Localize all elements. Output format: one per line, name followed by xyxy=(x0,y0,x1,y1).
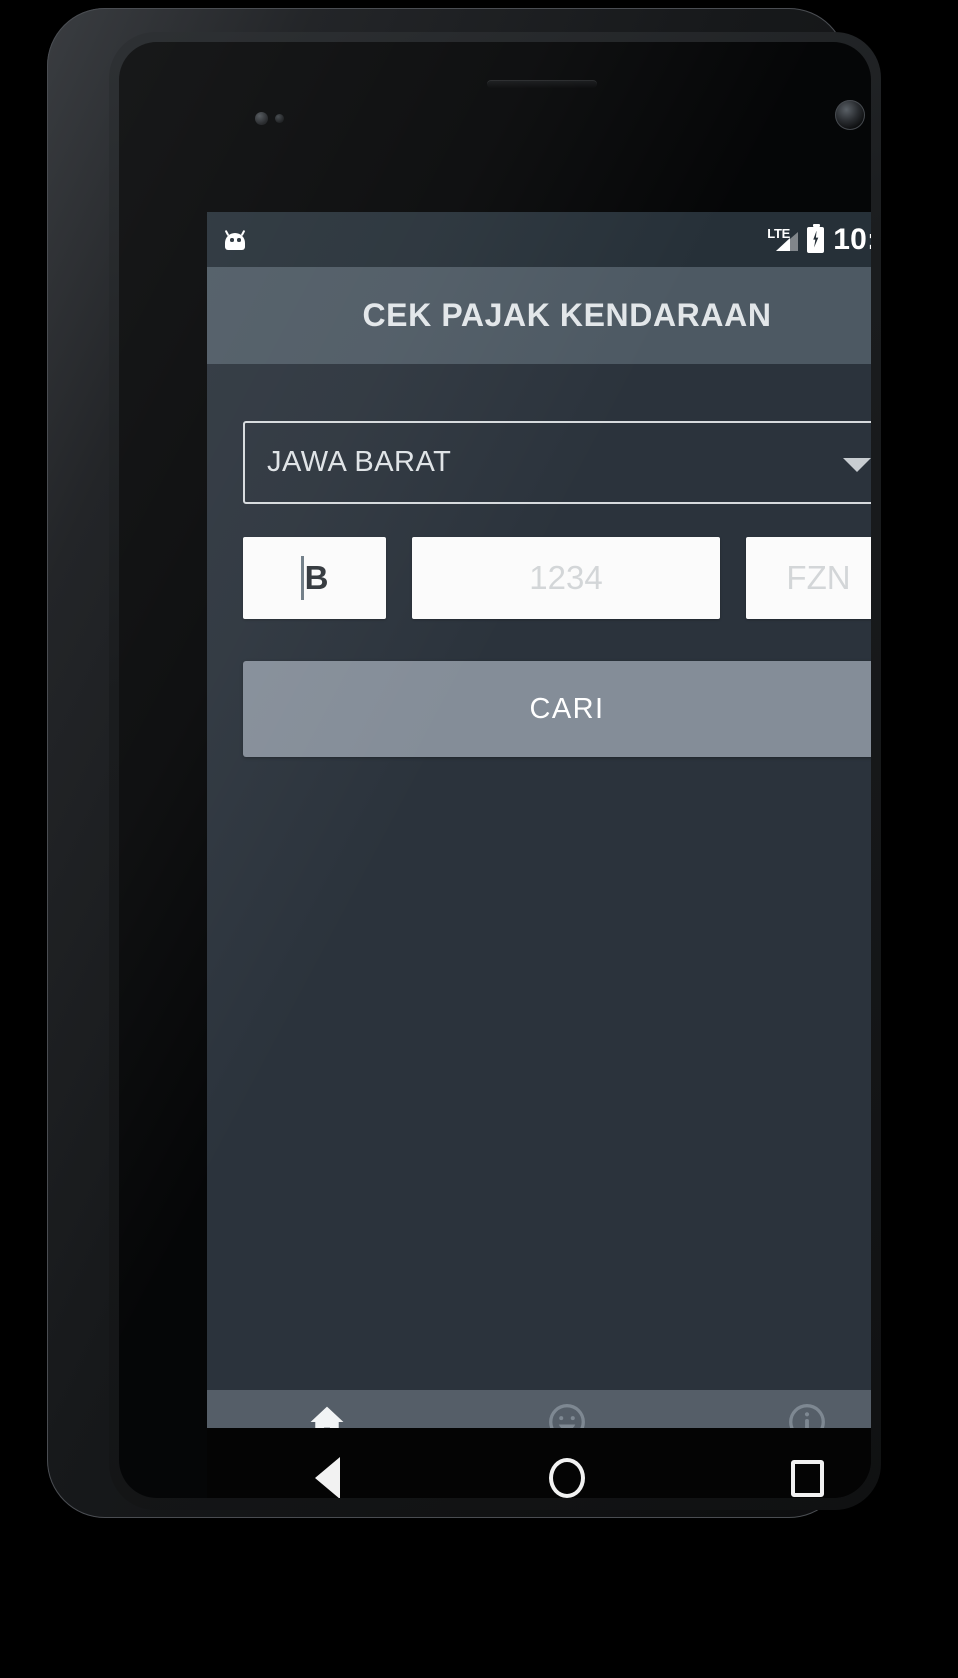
status-bar: LTE 10:15 xyxy=(207,212,871,267)
page-title: CEK PAJAK KENDARAAN xyxy=(362,297,772,333)
chevron-down-icon xyxy=(843,457,871,472)
search-button[interactable]: CARI xyxy=(243,661,871,757)
plate-number-placeholder: 1234 xyxy=(529,559,603,596)
phone-glass: LTE 10:15 CEK PAJAK KENDARAAN JAW xyxy=(119,42,871,1498)
province-spinner[interactable]: JAWA BARAT xyxy=(243,421,871,504)
android-head-icon xyxy=(223,229,247,250)
battery-charging-icon xyxy=(807,223,825,253)
phone-chassis: LTE 10:15 CEK PAJAK KENDARAAN JAW xyxy=(47,8,881,1518)
proximity-sensor-icon xyxy=(255,112,268,125)
main-content: JAWA BARAT B 1234 FZN CARI xyxy=(207,421,871,1390)
plate-suffix-input[interactable]: FZN xyxy=(746,537,871,619)
system-navigation-bar xyxy=(207,1428,871,1498)
home-icon xyxy=(310,1406,344,1428)
earpiece-speaker xyxy=(487,80,597,88)
screenshot-root: LTE 10:15 CEK PAJAK KENDARAAN JAW xyxy=(0,0,958,1678)
plate-suffix-placeholder: FZN xyxy=(786,559,851,596)
light-sensor-icon xyxy=(275,114,284,123)
province-spinner-value: JAWA BARAT xyxy=(267,446,452,478)
bottom-tab-bar: Home Info xyxy=(207,1390,871,1428)
system-home-button[interactable] xyxy=(447,1458,687,1498)
plate-prefix-value: B xyxy=(304,559,329,596)
system-recents-button[interactable] xyxy=(687,1459,871,1497)
action-bar: CEK PAJAK KENDARAAN xyxy=(207,267,871,364)
smiley-face-icon xyxy=(549,1403,585,1428)
home-circle-icon xyxy=(549,1458,585,1498)
status-bar-right: LTE 10:15 xyxy=(767,222,871,257)
tab-info[interactable]: Info xyxy=(447,1390,687,1428)
phone-screen: LTE 10:15 CEK PAJAK KENDARAAN JAW xyxy=(207,212,871,1428)
front-camera-icon xyxy=(835,100,865,130)
back-triangle-icon xyxy=(314,1457,340,1498)
plate-input-row: B 1234 FZN xyxy=(243,537,871,619)
recents-square-icon xyxy=(790,1459,824,1497)
info-circle-icon xyxy=(789,1403,825,1428)
text-cursor xyxy=(300,556,304,600)
tab-tentang[interactable]: Tentang xyxy=(687,1390,871,1428)
plate-prefix-input[interactable]: B xyxy=(243,537,386,619)
plate-number-input[interactable]: 1234 xyxy=(412,537,720,619)
tab-home[interactable]: Home xyxy=(207,1390,447,1428)
system-back-button[interactable] xyxy=(207,1457,447,1498)
search-button-label: CARI xyxy=(529,692,605,725)
status-bar-clock: 10:15 xyxy=(833,222,871,256)
network-type-label: LTE xyxy=(767,225,790,241)
signal-bars-icon: LTE xyxy=(767,225,799,253)
status-bar-left xyxy=(223,229,247,250)
